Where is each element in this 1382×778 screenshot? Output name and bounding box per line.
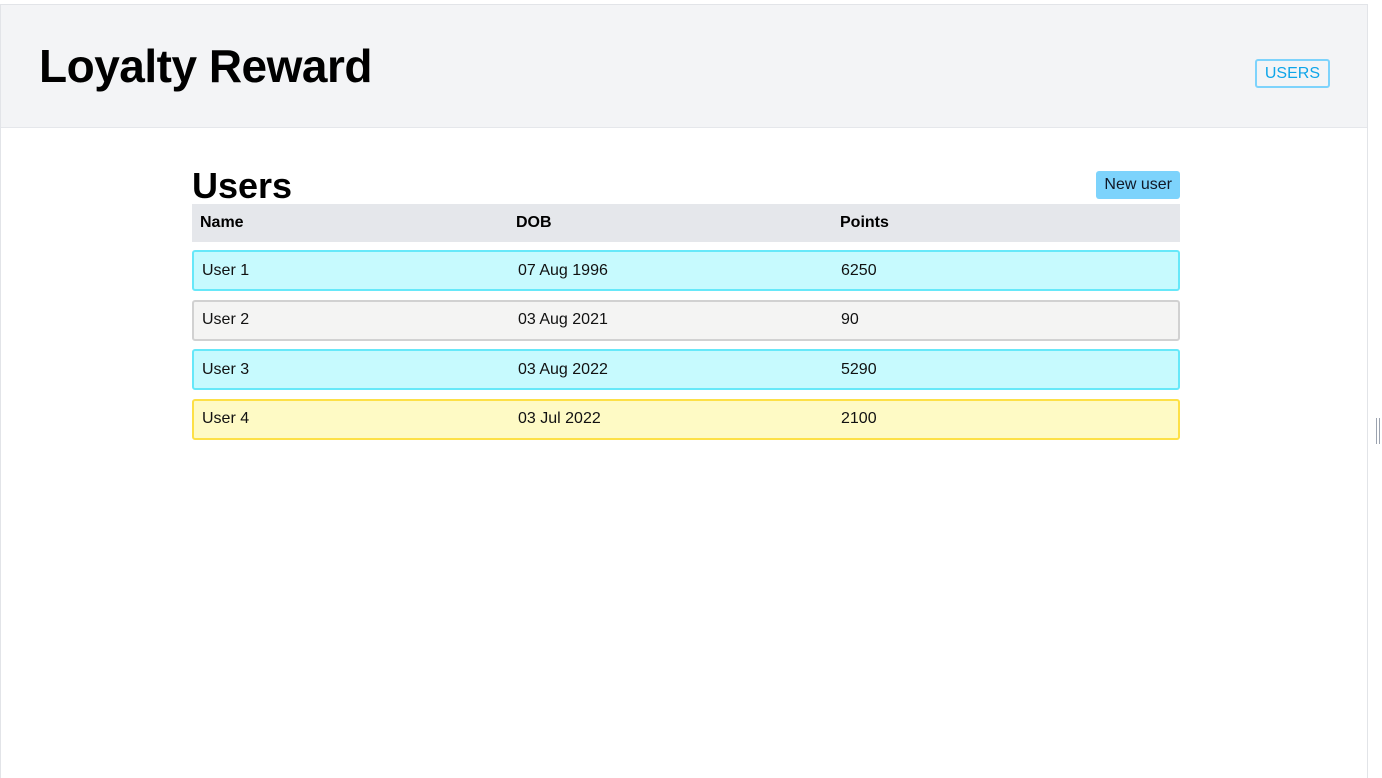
row-dob: 07 Aug 1996 bbox=[518, 261, 608, 279]
page-title: Users bbox=[192, 165, 293, 206]
new-user-button[interactable]: New user bbox=[1096, 171, 1180, 199]
table-header: Name DOB Points bbox=[192, 204, 1180, 242]
row-dob: 03 Aug 2022 bbox=[518, 360, 608, 378]
nav-users-link[interactable]: USERS bbox=[1254, 59, 1330, 88]
row-points: 2100 bbox=[841, 410, 877, 427]
row-name: User 1 bbox=[202, 261, 250, 279]
row-points: 5290 bbox=[841, 360, 877, 378]
table-row[interactable]: User 4 03 Jul 2022 2100 bbox=[192, 398, 1180, 440]
row-name: User 3 bbox=[202, 360, 250, 378]
column-header-dob[interactable]: DOB bbox=[516, 214, 840, 232]
row-name: User 4 bbox=[202, 410, 250, 427]
row-dob: 03 Aug 2021 bbox=[518, 311, 608, 328]
table-row[interactable]: User 3 03 Aug 2022 5290 bbox=[192, 349, 1180, 390]
app-header: Loyalty Reward USERS bbox=[1, 5, 1367, 128]
table-row[interactable]: User 2 03 Aug 2021 90 bbox=[192, 299, 1180, 341]
app-title: Loyalty Reward bbox=[39, 40, 373, 92]
users-list: User 1 07 Aug 1996 6250 User 2 03 Aug 20… bbox=[192, 250, 1180, 448]
row-points: 90 bbox=[841, 311, 859, 328]
table-row[interactable]: User 1 07 Aug 1996 6250 bbox=[192, 250, 1180, 291]
column-header-name[interactable]: Name bbox=[192, 214, 516, 232]
app-window: Loyalty Reward USERS Users New user Name… bbox=[0, 4, 1368, 778]
column-header-points[interactable]: Points bbox=[840, 214, 1180, 232]
row-dob: 03 Jul 2022 bbox=[518, 410, 601, 427]
row-name: User 2 bbox=[202, 311, 250, 328]
resize-handle[interactable] bbox=[1376, 418, 1380, 444]
row-points: 6250 bbox=[841, 261, 877, 279]
